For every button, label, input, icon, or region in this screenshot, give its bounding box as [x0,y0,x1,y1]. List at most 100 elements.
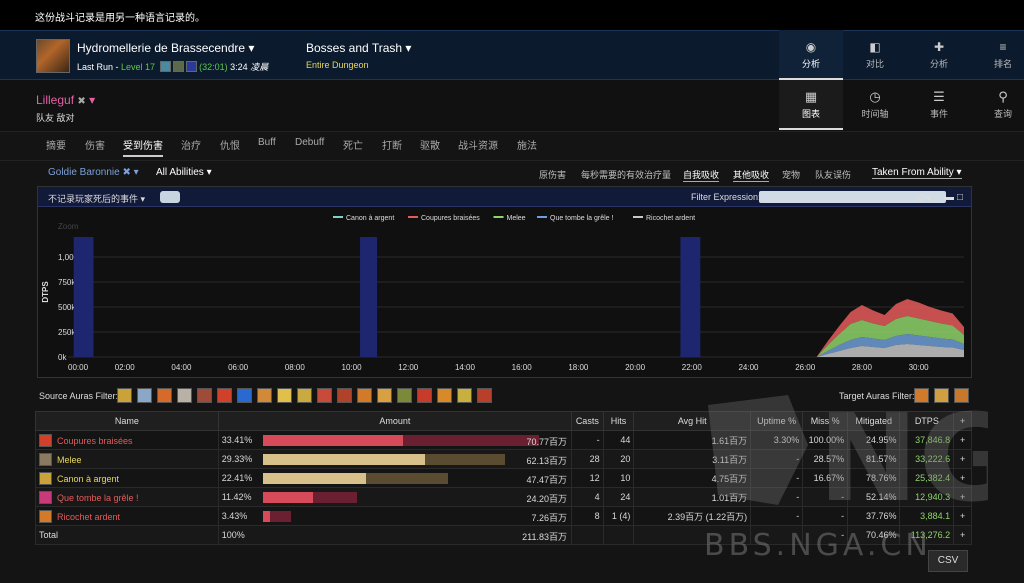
tab-interrupts[interactable]: 打断 [382,137,402,152]
x-tick-label: 20:00 [625,363,646,372]
col-amount[interactable]: Amount [217,411,573,431]
nav-rankings[interactable]: ≡ 排名 [971,30,1024,80]
pets-toggle[interactable]: 宠物 [782,168,800,181]
ability-name[interactable]: Total [35,525,219,545]
tab-healing[interactable]: 治疗 [181,137,201,152]
aura-icon[interactable] [477,388,492,403]
taken-from-dropdown[interactable]: Taken From Ability ▾ [872,167,962,179]
legend-label: Coupures braisées [421,215,480,222]
ability-icon [39,509,52,523]
tab-threat[interactable]: 仇恨 [220,137,240,152]
aura-icon[interactable] [397,388,412,403]
ability-name[interactable]: Canon à argent [35,468,219,488]
aura-icon[interactable] [157,388,172,403]
view-query[interactable]: ⚲ 查询 [971,80,1024,130]
run-info: Last Run - Level 17 (32:01) 3:24 凌晨 [77,61,269,72]
amount-cell: 33.41% 70.77百万 [217,430,573,450]
nav-label: 对比 [865,59,884,69]
tab-buffs[interactable]: Buff [258,137,276,148]
aura-icon[interactable] [217,388,232,403]
ability-name[interactable]: Coupures braisées [35,430,219,450]
toggle-switch[interactable] [160,191,180,203]
friendly-fire-toggle[interactable]: 队友误伤 [815,168,851,181]
tab-resources[interactable]: 战斗资源 [458,137,498,152]
aura-icon[interactable] [377,388,392,403]
aura-icon[interactable] [437,388,452,403]
tab-summary[interactable]: 摘要 [46,137,66,152]
aura-icon[interactable] [357,388,372,403]
x-tick-label: 30:00 [909,363,930,372]
view-charts[interactable]: ▦ 图表 [779,80,843,130]
player-selector[interactable]: Lilleguf ✖ ▾ [36,93,95,107]
minimize-icon[interactable]: ▬ [944,192,954,203]
aura-icon[interactable] [257,388,272,403]
zoom-label: Zoom [58,222,79,231]
affix-icon [159,61,171,72]
nav-label: 分析 [929,59,948,69]
tab-deaths[interactable]: 死亡 [343,137,363,152]
chevron-down-icon[interactable]: ▾ [89,93,95,107]
ability-name[interactable]: Melee [35,449,219,469]
x-tick-label: 18:00 [568,363,589,372]
aura-icon[interactable] [417,388,432,403]
target-filter[interactable]: Goldie Baronnie ✖ ▾ [48,167,139,178]
fight-selector[interactable]: Hydromellerie de Brassecendre ▾ [77,41,254,55]
raw-damage-toggle[interactable]: 原伤害 [539,168,566,181]
aura-icon[interactable] [237,388,252,403]
aura-icon[interactable] [297,388,312,403]
other-absorb-toggle[interactable]: 其他吸收 [733,168,770,182]
death-events-dropdown[interactable]: 不记录玩家死后的事件 ▾ [48,192,145,205]
encounter-filter[interactable]: Bosses and Trash ▾ [306,41,411,55]
amount-value: 47.47百万 [526,475,567,485]
maximize-icon[interactable]: □ [957,192,963,203]
aura-icon[interactable] [197,388,212,403]
aura-icon[interactable] [117,388,132,403]
view-timeline[interactable]: ◷ 时间轴 [843,80,907,130]
tab-dispels[interactable]: 驱散 [420,137,440,152]
list-icon: ☰ [933,89,945,104]
view-label: 图表 [801,109,820,119]
nav-compare[interactable]: ◧ 对比 [843,30,907,80]
amount-bar [262,454,426,465]
aura-icon[interactable] [317,388,332,403]
ability-name[interactable]: Ricochet ardent [35,506,219,526]
aura-icon[interactable] [337,388,352,403]
self-absorb-toggle[interactable]: 自我吸收 [683,168,720,182]
csv-export-button[interactable]: CSV [928,550,968,572]
ability-name[interactable]: Que tombe la grêle ! [35,487,219,507]
tab-casts[interactable]: 施法 [517,137,537,152]
amount-bar [262,473,367,484]
faction-filter[interactable]: 队友 敌对 [36,111,75,124]
aura-icon[interactable] [277,388,292,403]
expand-button[interactable]: + [953,525,972,545]
x-tick-label: 00:00 [68,363,89,372]
aura-icon[interactable] [177,388,192,403]
x-tick-label: 10:00 [342,363,363,372]
tab-damage-done[interactable]: 伤害 [85,137,105,152]
amount-cell: 22.41% 47.47百万 [217,468,573,488]
dungeon-scope[interactable]: Entire Dungeon [306,60,369,70]
col-hits[interactable]: Hits [602,411,635,431]
tab-damage-taken[interactable]: 受到伤害 [123,137,163,157]
hits-value: 1 (4) [602,506,635,526]
effective-healing-toggle[interactable]: 每秒需要的有效治疗量 [581,168,671,181]
col-name[interactable]: Name [35,411,219,431]
gear-icon[interactable]: ⚙▾ [916,192,931,205]
legend-label: Melee [507,215,526,222]
tab-debuffs[interactable]: Debuff [295,137,324,148]
affix-icon [185,61,197,72]
nav-analyzer[interactable]: ✚ 分析 [907,30,971,80]
view-events[interactable]: ☰ 事件 [907,80,971,130]
dtps-chart[interactable]: Canon à argent Coupures braisées Melee Que … [38,207,971,377]
y-tick-label: 0k [58,353,67,362]
aura-icon[interactable] [457,388,472,403]
y-axis-label: DTPS [41,281,50,303]
aura-icon[interactable] [137,388,152,403]
abilities-filter[interactable]: All Abilities ▾ [156,167,212,178]
col-casts[interactable]: Casts [571,411,604,431]
nav-analyze[interactable]: ◉ 分析 [779,30,843,80]
x-tick-label: 06:00 [228,363,249,372]
clear-icon[interactable]: ✖ [77,96,85,107]
amount-value: 24.20百万 [526,494,567,504]
ability-label: Total [39,530,59,540]
